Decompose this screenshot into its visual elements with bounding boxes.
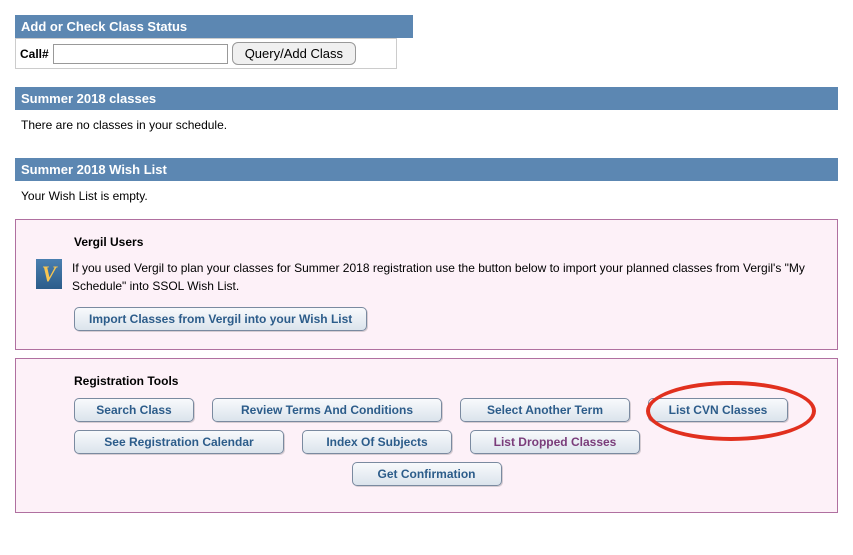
classes-header: Summer 2018 classes [15, 87, 838, 110]
vergil-icon: V [36, 259, 62, 289]
tools-row-2: See Registration Calendar Index Of Subje… [74, 430, 817, 454]
call-number-label: Call# [20, 47, 49, 61]
vergil-description: If you used Vergil to plan your classes … [72, 259, 817, 295]
search-class-button[interactable]: Search Class [74, 398, 194, 422]
call-number-row: Call# Query/Add Class [15, 38, 397, 69]
index-subjects-button[interactable]: Index Of Subjects [302, 430, 452, 454]
registration-tools-panel: Registration Tools Search Class Review T… [15, 358, 838, 513]
select-term-button[interactable]: Select Another Term [460, 398, 630, 422]
list-cvn-button[interactable]: List CVN Classes [648, 398, 788, 422]
query-add-class-button[interactable]: Query/Add Class [232, 42, 356, 65]
see-calendar-button[interactable]: See Registration Calendar [74, 430, 284, 454]
import-vergil-button[interactable]: Import Classes from Vergil into your Wis… [74, 307, 367, 331]
tools-heading: Registration Tools [74, 374, 817, 388]
wishlist-header: Summer 2018 Wish List [15, 158, 838, 181]
call-number-input[interactable] [53, 44, 228, 64]
wishlist-empty-text: Your Wish List is empty. [15, 181, 838, 211]
classes-empty-text: There are no classes in your schedule. [15, 110, 838, 140]
review-terms-button[interactable]: Review Terms And Conditions [212, 398, 442, 422]
vergil-heading: Vergil Users [74, 235, 817, 249]
get-confirmation-button[interactable]: Get Confirmation [352, 462, 502, 486]
vergil-panel: Vergil Users V If you used Vergil to pla… [15, 219, 838, 350]
tools-row-1: Search Class Review Terms And Conditions… [74, 398, 817, 422]
vergil-row: V If you used Vergil to plan your classe… [36, 259, 817, 295]
add-check-header: Add or Check Class Status [15, 15, 413, 38]
tools-row-3: Get Confirmation [36, 462, 817, 486]
list-dropped-button[interactable]: List Dropped Classes [470, 430, 640, 454]
